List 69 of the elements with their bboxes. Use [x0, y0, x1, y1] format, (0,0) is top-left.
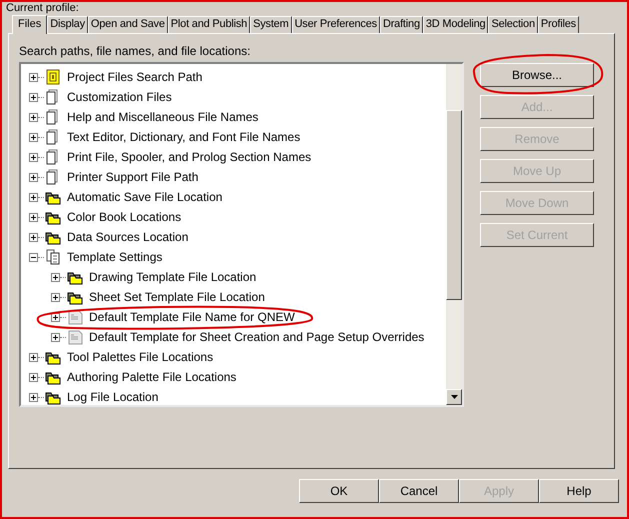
expander[interactable]: [51, 332, 60, 342]
plus-icon: [31, 354, 36, 360]
plus-icon: [31, 194, 36, 200]
expander[interactable]: [29, 192, 38, 202]
expander[interactable]: [51, 292, 60, 302]
tree-item[interactable]: Default Template for Sheet Creation and Page Setup Overrides: [89, 328, 424, 346]
plus-icon: [53, 334, 58, 340]
expander[interactable]: [29, 232, 38, 242]
expander[interactable]: [29, 72, 38, 82]
dialog-button[interactable]: Help: [539, 479, 619, 503]
tree-item[interactable]: Template Settings: [67, 248, 162, 266]
scrollbar[interactable]: [446, 64, 462, 405]
tab[interactable]: Drafting: [380, 16, 423, 33]
tree-item[interactable]: Data Sources Location: [67, 228, 188, 246]
expander[interactable]: [29, 112, 38, 122]
tab[interactable]: Selection: [488, 16, 538, 33]
tab[interactable]: Profiles: [538, 16, 579, 33]
tree-caption: Search paths, file names, and file locations:: [19, 44, 252, 60]
tab[interactable]: Open and Save: [88, 16, 168, 33]
expander[interactable]: [29, 392, 38, 402]
plus-icon: [31, 374, 36, 380]
tree-item[interactable]: Log File Location: [67, 388, 158, 405]
tree-item[interactable]: Authoring Palette File Locations: [67, 368, 236, 386]
profile-label: Current profile:: [6, 2, 79, 14]
expander[interactable]: [29, 132, 38, 142]
plus-icon: [31, 134, 36, 140]
side-button[interactable]: Browse...: [480, 63, 594, 87]
plus-icon: [53, 294, 58, 300]
plus-icon: [31, 214, 36, 220]
plus-icon: [31, 74, 36, 80]
tree-item[interactable]: Automatic Save File Location: [67, 188, 222, 206]
tab[interactable]: 3D Modeling: [422, 16, 488, 33]
plus-icon: [31, 174, 36, 180]
dialog-button[interactable]: Cancel: [379, 479, 459, 503]
plus-icon: [31, 114, 36, 120]
scroll-down-button[interactable]: [446, 389, 462, 405]
plus-icon: [31, 154, 36, 160]
tree-item[interactable]: Tool Palettes File Locations: [67, 348, 214, 366]
scrollbar-thumb[interactable]: [446, 110, 462, 300]
dialog-button[interactable]: OK: [299, 479, 379, 503]
tree-item[interactable]: Text Editor, Dictionary, and Font File Names: [67, 128, 300, 146]
tab[interactable]: Display: [47, 16, 88, 33]
tab[interactable]: User Preferences: [292, 16, 380, 33]
plus-icon: [31, 234, 36, 240]
plus-icon: [53, 314, 58, 320]
expander[interactable]: [29, 372, 38, 382]
expander[interactable]: [29, 92, 38, 102]
expander[interactable]: [29, 172, 38, 182]
tree-item[interactable]: Sheet Set Template File Location: [89, 288, 265, 306]
expander[interactable]: [51, 272, 60, 282]
tree-item[interactable]: Print File, Spooler, and Prolog Section Names: [67, 148, 312, 166]
tab[interactable]: Files: [12, 15, 48, 34]
expander[interactable]: [29, 252, 38, 262]
minus-icon: [31, 254, 36, 260]
plus-icon: [31, 94, 36, 100]
tab[interactable]: System: [250, 16, 292, 33]
plus-icon: [31, 394, 36, 400]
down-arrow-icon: [450, 395, 458, 399]
tree-item[interactable]: Customization Files: [67, 88, 172, 106]
tab[interactable]: Plot and Publish: [168, 16, 250, 33]
tree-item[interactable]: Printer Support File Path: [67, 168, 198, 186]
expander[interactable]: [29, 152, 38, 162]
tree-item[interactable]: Drawing Template File Location: [89, 268, 256, 286]
tree-item[interactable]: Help and Miscellaneous File Names: [67, 108, 258, 126]
expander[interactable]: [29, 352, 38, 362]
tree-item[interactable]: Color Book Locations: [67, 208, 182, 226]
expander[interactable]: [29, 212, 38, 222]
plus-icon: [53, 274, 58, 280]
tree-item[interactable]: Project Files Search Path: [67, 68, 202, 86]
